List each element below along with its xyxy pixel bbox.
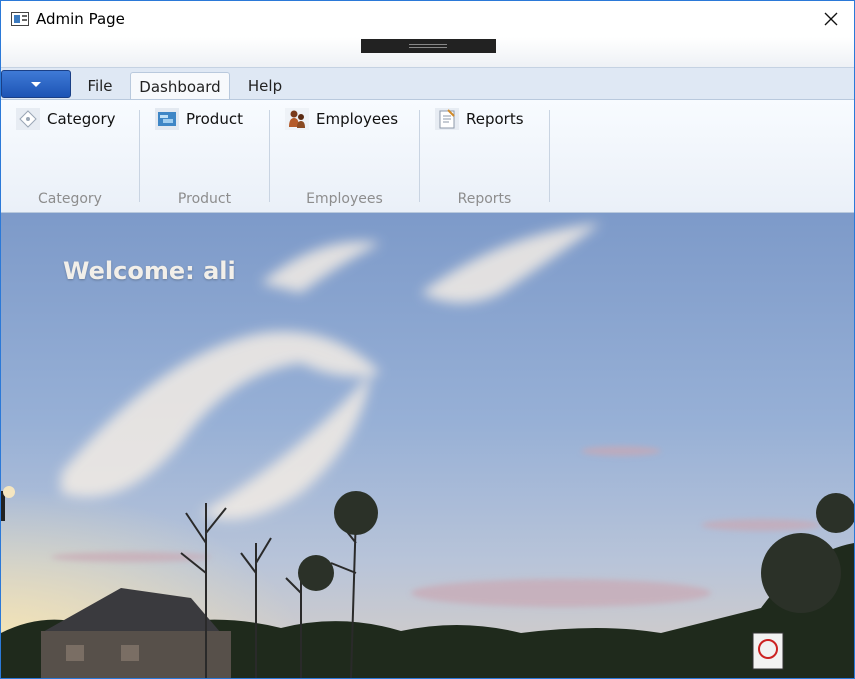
employees-button-label: Employees: [316, 110, 399, 128]
ribbon-panel-dashboard: Category Category Product Product Employ…: [1, 99, 854, 213]
tab-help[interactable]: Help: [241, 72, 289, 100]
tab-file-label: File: [87, 77, 113, 95]
reports-button[interactable]: Reports: [432, 106, 524, 132]
ribbon-tab-bar: File Dashboard Help: [1, 67, 854, 100]
product-button[interactable]: Product: [152, 106, 243, 132]
product-group-label: Product: [177, 191, 232, 207]
tab-help-label: Help: [247, 77, 283, 95]
close-button[interactable]: [808, 1, 854, 37]
tab-dashboard-label: Dashboard: [139, 77, 221, 96]
ribbon-collapse-grip[interactable]: [361, 39, 496, 53]
ribbon-group-employees: Employees Employees: [270, 100, 419, 212]
ribbon-group-reports: Reports Reports: [420, 100, 549, 212]
reports-icon: [432, 106, 462, 132]
main-content: Welcome: ali: [1, 213, 854, 678]
tab-dashboard[interactable]: Dashboard: [130, 72, 230, 100]
product-button-label: Product: [186, 110, 243, 128]
chevron-down-icon: [31, 81, 41, 87]
ribbon-grip-strip: [1, 37, 854, 67]
window-title: Admin Page: [36, 10, 125, 28]
category-icon: [13, 106, 43, 132]
ribbon-group-category: Category Category: [1, 100, 139, 212]
ribbon-group-product: Product Product: [140, 100, 269, 212]
category-group-label: Category: [38, 191, 102, 207]
employees-icon: [282, 106, 312, 132]
admin-window: Admin Page File Dashboard Help Category …: [0, 0, 855, 679]
close-icon: [824, 12, 838, 26]
category-button[interactable]: Category: [13, 106, 116, 132]
title-bar[interactable]: Admin Page: [1, 1, 854, 39]
welcome-message: Welcome: ali: [63, 257, 236, 285]
employees-button[interactable]: Employees: [282, 106, 398, 132]
category-button-label: Category: [47, 110, 116, 128]
reports-group-label: Reports: [457, 191, 512, 207]
window-app-icon: [11, 12, 29, 26]
tab-file[interactable]: File: [77, 72, 123, 100]
employees-group-label: Employees: [306, 191, 383, 207]
reports-button-label: Reports: [466, 110, 524, 128]
group-divider: [549, 110, 550, 202]
product-icon: [152, 106, 182, 132]
application-menu-button[interactable]: [1, 70, 71, 98]
